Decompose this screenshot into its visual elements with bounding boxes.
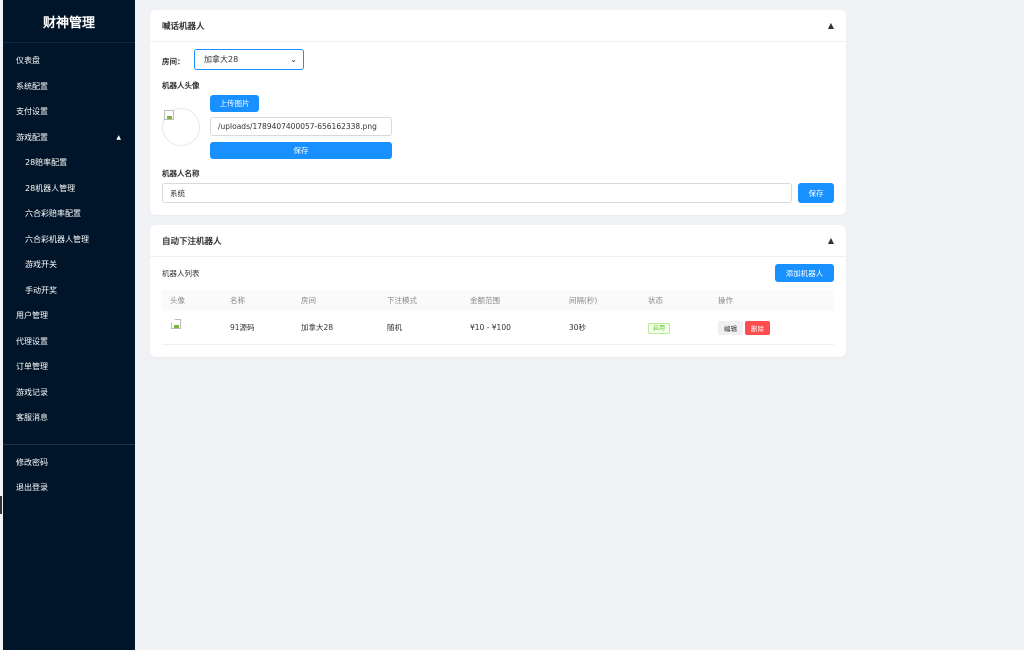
sidebar-item-lhc-odds[interactable]: 六合彩赔率配置 <box>3 201 135 227</box>
robot-room: 加拿大28 <box>301 323 334 332</box>
app-title: 财神管理 <box>3 0 135 43</box>
sidebar-item-agent[interactable]: 代理设置 <box>3 329 135 355</box>
sidebar-bottom-menu: 修改密码 退出登录 <box>3 450 135 501</box>
sidebar-item-lhc-robots[interactable]: 六合彩机器人管理 <box>3 227 135 253</box>
column-header: 间隔(秒) <box>569 296 598 305</box>
card-title: 喊话机器人 <box>162 21 205 32</box>
sidebar-item-label: 退出登录 <box>16 483 48 493</box>
sidebar-item-orders[interactable]: 订单管理 <box>3 354 135 380</box>
edit-button[interactable]: 编辑 <box>718 320 743 335</box>
robot-name-input[interactable]: 系统 <box>162 183 792 203</box>
delete-button[interactable]: 删除 <box>745 320 770 335</box>
room-select[interactable]: 加拿大28 ⌄ <box>194 49 304 70</box>
sidebar-item-game-switch[interactable]: 游戏开关 <box>3 252 135 278</box>
sidebar-item-label: 仪表盘 <box>16 56 40 66</box>
chevron-up-icon: ▲ <box>116 133 121 141</box>
robot-avatar <box>162 108 200 146</box>
sidebar-item-label: 游戏记录 <box>16 387 48 397</box>
sidebar-item-label: 手动开奖 <box>25 285 57 295</box>
sidebar-item-label: 支付设置 <box>16 107 48 117</box>
sidebar-item-label: 系统配置 <box>16 81 48 91</box>
sidebar-item-label: 六合彩赔率配置 <box>25 209 81 219</box>
save-name-button[interactable]: 保存 <box>798 183 834 203</box>
robot-name-label: 机器人名称 <box>162 169 200 178</box>
column-header: 下注模式 <box>387 296 417 305</box>
sidebar-item-payment[interactable]: 支付设置 <box>3 99 135 125</box>
sidebar-item-game-config[interactable]: 游戏配置 ▲ <box>3 125 135 151</box>
sidebar-item-label: 订单管理 <box>16 362 48 372</box>
sidebar-item-users[interactable]: 用户管理 <box>3 303 135 329</box>
column-header: 名称 <box>230 296 245 305</box>
robot-list-label: 机器人列表 <box>162 269 200 278</box>
table-row: 91源码 加拿大28 随机 ¥10 - ¥100 30秒 启用 编辑 删除 <box>162 311 834 345</box>
robot-mode: 随机 <box>387 323 402 332</box>
card-header: 喊话机器人 ▲ <box>150 10 846 42</box>
upload-image-button[interactable]: 上传图片 <box>210 95 259 112</box>
sidebar-item-game-records[interactable]: 游戏记录 <box>3 380 135 406</box>
sidebar-item-label: 游戏开关 <box>25 260 57 270</box>
sidebar: 财神管理 仪表盘 系统配置 支付设置 游戏配置 ▲ 28赔率配置 28机器人管理 … <box>3 0 135 650</box>
column-header: 状态 <box>648 296 663 305</box>
card-header: 自动下注机器人 ▲ <box>150 225 846 257</box>
sidebar-item-system-config[interactable]: 系统配置 <box>3 74 135 100</box>
sidebar-item-support[interactable]: 客服消息 <box>3 405 135 431</box>
add-robot-button[interactable]: 添加机器人 <box>775 264 834 282</box>
sidebar-menu: 仪表盘 系统配置 支付设置 游戏配置 ▲ 28赔率配置 28机器人管理 六合彩赔率… <box>3 48 135 431</box>
column-header: 金额范围 <box>470 296 500 305</box>
sidebar-item-28-robots[interactable]: 28机器人管理 <box>3 176 135 202</box>
sidebar-divider <box>3 443 135 445</box>
sidebar-item-28-odds[interactable]: 28赔率配置 <box>3 150 135 176</box>
collapse-icon[interactable]: ▲ <box>828 21 834 30</box>
auto-bet-robot-card: 自动下注机器人 ▲ 机器人列表 添加机器人 头像 名称 房间 下注模式 金额范围… <box>150 225 846 357</box>
card-title: 自动下注机器人 <box>162 236 222 247</box>
sidebar-item-label: 六合彩机器人管理 <box>25 234 89 244</box>
chat-robot-card: 喊话机器人 ▲ 房间： 加拿大28 ⌄ 机器人头像 上传图片 /uploads/… <box>150 10 846 215</box>
sidebar-item-label: 修改密码 <box>16 457 48 467</box>
room-label: 房间： <box>162 57 185 66</box>
save-avatar-button[interactable]: 保存 <box>210 142 392 159</box>
sidebar-item-dashboard[interactable]: 仪表盘 <box>3 48 135 74</box>
table-header: 头像 名称 房间 下注模式 金额范围 间隔(秒) 状态 操作 <box>162 290 834 311</box>
broken-image-icon <box>164 110 174 120</box>
sidebar-item-label: 28机器人管理 <box>25 183 76 193</box>
robot-amount: ¥10 - ¥100 <box>470 323 511 332</box>
avatar-label: 机器人头像 <box>162 81 200 90</box>
sidebar-item-label: 代理设置 <box>16 336 48 346</box>
sidebar-item-label: 客服消息 <box>16 413 48 423</box>
robot-name: 91源码 <box>230 323 255 332</box>
sidebar-item-change-password[interactable]: 修改密码 <box>3 450 135 476</box>
column-header: 操作 <box>718 296 733 305</box>
broken-image-icon <box>171 319 181 329</box>
sidebar-item-label: 28赔率配置 <box>25 158 68 168</box>
column-header: 头像 <box>170 296 185 305</box>
robot-avatar <box>170 318 190 338</box>
avatar-path-input[interactable]: /uploads/1789407400057-656162338.png <box>210 117 392 136</box>
status-badge: 启用 <box>648 323 671 334</box>
sidebar-item-label: 游戏配置 <box>16 132 48 142</box>
sidebar-item-manual-draw[interactable]: 手动开奖 <box>3 278 135 304</box>
column-header: 房间 <box>301 296 316 305</box>
sidebar-item-logout[interactable]: 退出登录 <box>3 475 135 501</box>
sidebar-item-label: 用户管理 <box>16 311 48 321</box>
collapse-icon[interactable]: ▲ <box>828 236 834 245</box>
robot-interval: 30秒 <box>569 323 587 332</box>
chevron-down-icon: ⌄ <box>290 55 297 64</box>
edge-mark <box>0 496 2 514</box>
room-select-value: 加拿大28 <box>204 55 239 64</box>
robot-table: 头像 名称 房间 下注模式 金额范围 间隔(秒) 状态 操作 91源码 加拿大2… <box>162 290 834 345</box>
